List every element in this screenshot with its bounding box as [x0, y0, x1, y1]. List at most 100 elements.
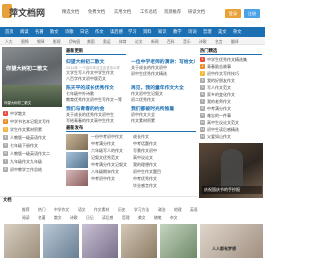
article-line[interactable]: 写给青春的作文高中生作文	[66, 118, 126, 124]
tag-link[interactable]: 推荐	[22, 207, 30, 213]
article-line[interactable]: 初中生优秀作文精选	[131, 71, 195, 77]
tag-link[interactable]: 英语	[190, 207, 198, 213]
thumb-tile[interactable]	[4, 224, 40, 258]
main-nav-item[interactable]: 知识	[158, 29, 167, 35]
tag-link[interactable]: 地理	[174, 207, 182, 213]
sub-nav-item[interactable]: 论文	[135, 39, 143, 45]
main-nav-item[interactable]: 资料	[143, 29, 152, 35]
main-nav-item[interactable]: 作文	[95, 29, 104, 35]
article-line[interactable]: 作文素材积累	[131, 118, 195, 124]
main-nav-item[interactable]: 诗词	[188, 29, 197, 35]
hot-item[interactable]: 中学生优秀作文精选集	[207, 57, 263, 63]
logo-text[interactable]: 萍文档网	[9, 6, 45, 19]
sub-nav-item[interactable]: 翻译	[231, 39, 239, 45]
hot-item[interactable]: 初中作文写作技巧	[207, 71, 263, 77]
hot-item[interactable]: 青春励志故事	[207, 64, 263, 70]
list-item[interactable]: 写景作文初中	[133, 148, 195, 154]
main-nav-item[interactable]: 读后感	[110, 29, 123, 35]
main-nav-item[interactable]: 日记	[80, 29, 89, 35]
tag-link[interactable]: 中学作文	[54, 207, 69, 213]
register-button[interactable]: 注册	[244, 9, 260, 18]
main-nav-item[interactable]: 诗歌	[65, 29, 74, 35]
main-nav-item[interactable]: 学习	[128, 29, 137, 35]
tag-link[interactable]: 散文	[54, 215, 62, 221]
left-list-item[interactable]: 人教版一级英语作文二	[10, 151, 62, 157]
list-item[interactable]: 中考满分作文记叙文	[91, 162, 129, 168]
list-item[interactable]: 中考满分作文	[91, 141, 129, 147]
article-title[interactable]: 再见，我的童年作文大全	[131, 84, 195, 91]
article-line[interactable]: 八百字作文初中版范文	[66, 76, 126, 82]
article-title[interactable]: 陈天平的成长优秀作文	[66, 84, 126, 91]
list-item[interactable]: 高中议论文	[133, 155, 195, 161]
main-nav-item[interactable]: 名著	[35, 29, 44, 35]
list-item[interactable]: 中考初中作文	[91, 176, 129, 182]
main-nav-item[interactable]: 杂文	[233, 29, 242, 35]
sub-nav-item[interactable]: 奥运	[103, 39, 111, 45]
thumb-tile[interactable]	[200, 224, 263, 258]
left-list-item[interactable]: 九年级作文九年级	[10, 159, 62, 165]
tag-link[interactable]: 学习方法	[134, 207, 149, 213]
main-nav-item[interactable]: 首页	[5, 29, 14, 35]
list-item[interactable]: 毕业感言作文	[133, 183, 195, 189]
hot-item[interactable]: 高中生议论文范文	[207, 120, 263, 126]
main-nav-item[interactable]: 教学	[173, 29, 182, 35]
article-thumbnail[interactable]	[66, 152, 88, 168]
main-nav-item[interactable]: 美文	[218, 29, 227, 35]
thumb-tile[interactable]	[43, 224, 79, 258]
list-item[interactable]: 八年级期末作文	[91, 169, 129, 175]
tag-link[interactable]: 杂文	[170, 215, 178, 221]
hot-item[interactable]: 我的老师作文	[207, 99, 263, 105]
tag-link[interactable]: 读后感	[102, 215, 113, 221]
list-item[interactable]: 成长作文	[133, 134, 195, 140]
tag-link[interactable]: 阅读	[22, 215, 30, 221]
left-list-item[interactable]: 人教版一级英语作文	[10, 135, 62, 141]
tag-link[interactable]: 语文	[78, 207, 86, 213]
left-list-item[interactable]: 学生作文素材积累	[10, 127, 62, 133]
tag-link[interactable]: 随笔	[154, 215, 162, 221]
tag-link[interactable]: 作文素材	[94, 207, 109, 213]
thumb-tile[interactable]	[121, 224, 157, 258]
sub-nav-item[interactable]: 诗歌	[199, 39, 207, 45]
top-nav-item[interactable]: 实用文档	[114, 9, 131, 15]
main-nav-item[interactable]: 散文	[50, 29, 59, 35]
tag-link[interactable]: 诗歌	[70, 215, 78, 221]
hot-item[interactable]: 中考满分作文	[207, 106, 263, 112]
hot-item[interactable]: 家乡的变化作文	[207, 92, 263, 98]
list-item[interactable]: 中考话题作文	[133, 141, 195, 147]
tag-link[interactable]: 美文	[138, 215, 146, 221]
sub-nav-item[interactable]: 人大	[5, 39, 13, 45]
top-nav-item[interactable]: 精选文档	[62, 9, 79, 15]
list-item[interactable]: 六年级写人的作文	[91, 148, 129, 154]
top-nav-item[interactable]: 研读文档	[188, 9, 205, 15]
list-item[interactable]: 中考优秀作文	[133, 176, 195, 182]
left-list-item[interactable]: 中学散文	[10, 111, 62, 117]
sub-nav-item[interactable]: 百科	[167, 39, 175, 45]
tag-link[interactable]: 名著	[38, 215, 46, 221]
tag-link[interactable]: 日记	[86, 215, 94, 221]
sub-nav-item[interactable]: 体育	[119, 39, 127, 45]
sub-nav-item[interactable]: 音乐	[183, 39, 191, 45]
tag-link[interactable]: 热门	[38, 207, 46, 213]
top-nav-item[interactable]: 资源推荐	[164, 9, 181, 15]
left-list-item[interactable]: 中学书名本记叙文写作	[10, 119, 62, 125]
list-item[interactable]: 记叙文优秀范文	[91, 155, 129, 161]
article-line[interactable]: 教育优秀作文初中生写作文一等	[66, 97, 126, 103]
sub-nav-item[interactable]: 钢琴	[37, 39, 45, 45]
sub-nav-item[interactable]: 美国	[87, 39, 95, 45]
tag-link[interactable]: 政治	[158, 207, 166, 213]
hot-item[interactable]: 父爱如山作文	[207, 134, 263, 140]
hot-item[interactable]: 写人作文范文	[207, 85, 263, 91]
tag-link[interactable]: 历史	[118, 207, 126, 213]
featured-banner[interactable]	[2, 47, 62, 107]
thumb-tile[interactable]	[160, 224, 197, 258]
main-nav-item[interactable]: 阅读	[20, 29, 29, 35]
left-list-item[interactable]: 初中教学工作总结	[10, 167, 62, 173]
sub-nav-item[interactable]: 围绵	[21, 39, 29, 45]
main-nav-item[interactable]: 哲理	[203, 29, 212, 35]
top-nav-item[interactable]: 免费文档	[88, 9, 105, 15]
list-item[interactable]: 我的理想作文	[133, 162, 195, 168]
left-list-item[interactable]: 七年级下册作文	[10, 143, 62, 149]
list-item[interactable]: 一份中考初中作文	[91, 134, 129, 140]
hot-item[interactable]: 初中生读后感精选	[207, 127, 263, 133]
article-thumbnail[interactable]	[66, 134, 88, 150]
